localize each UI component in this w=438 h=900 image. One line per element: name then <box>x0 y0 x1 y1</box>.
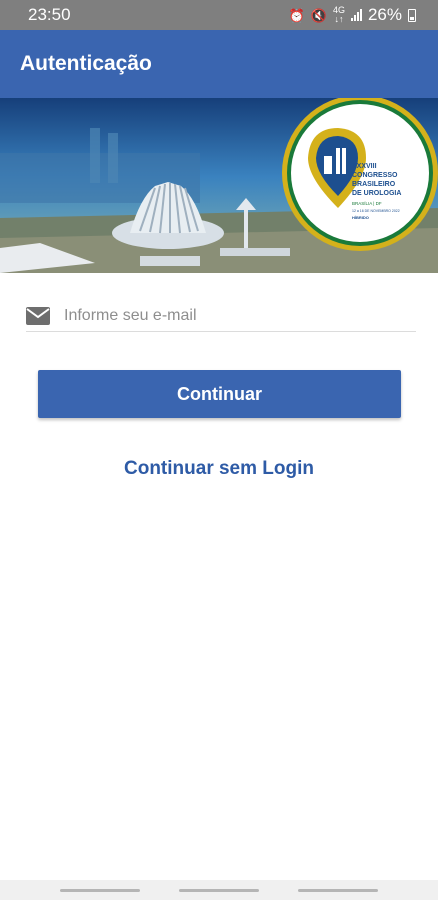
logo-format: HÍBRIDO <box>352 215 369 220</box>
system-nav-bar <box>0 880 438 900</box>
page-title: Autenticação <box>20 52 152 75</box>
nav-back-button[interactable] <box>298 888 379 892</box>
mail-icon <box>26 306 50 325</box>
status-icons: ⏰ 🔇 4G ↓↑ 26% <box>289 5 416 25</box>
status-time: 23:50 <box>28 5 71 24</box>
4g-icon: 4G ↓↑ <box>332 5 345 24</box>
email-field-row <box>26 300 416 332</box>
signal-icon <box>350 9 362 21</box>
email-field[interactable] <box>64 301 384 330</box>
logo-line-4: DE UROLOGIA <box>352 190 401 197</box>
logo-line-3: BRASILEIRO <box>352 181 396 188</box>
battery-icon <box>408 8 416 22</box>
continue-button[interactable]: Continuar <box>38 370 401 418</box>
alarm-icon: ⏰ <box>288 7 305 23</box>
mute-icon: 🔇 <box>310 7 327 23</box>
app-bar: Autenticação <box>0 30 438 98</box>
logo-line-2: CONGRESSO <box>352 172 398 179</box>
nav-home-button[interactable] <box>178 888 259 892</box>
nav-recents-button[interactable] <box>59 888 140 892</box>
logo-location: BRASÍLIA | DF <box>352 200 382 206</box>
status-bar: 23:50 ⏰ 🔇 4G ↓↑ 26% <box>0 0 438 30</box>
logo-line-1: XXXVIII <box>352 163 377 170</box>
battery-percent: 26% <box>367 5 402 24</box>
event-banner: XXXVIII CONGRESSO BRASILEIRO DE UROLOGIA… <box>0 98 438 273</box>
logo-dates: 12 a 16 DE NOVEMBRO 2022 <box>352 209 400 213</box>
continue-without-login-link[interactable]: Continuar sem Login <box>0 458 438 480</box>
congress-logo: XXXVIII CONGRESSO BRASILEIRO DE UROLOGIA… <box>282 98 438 251</box>
